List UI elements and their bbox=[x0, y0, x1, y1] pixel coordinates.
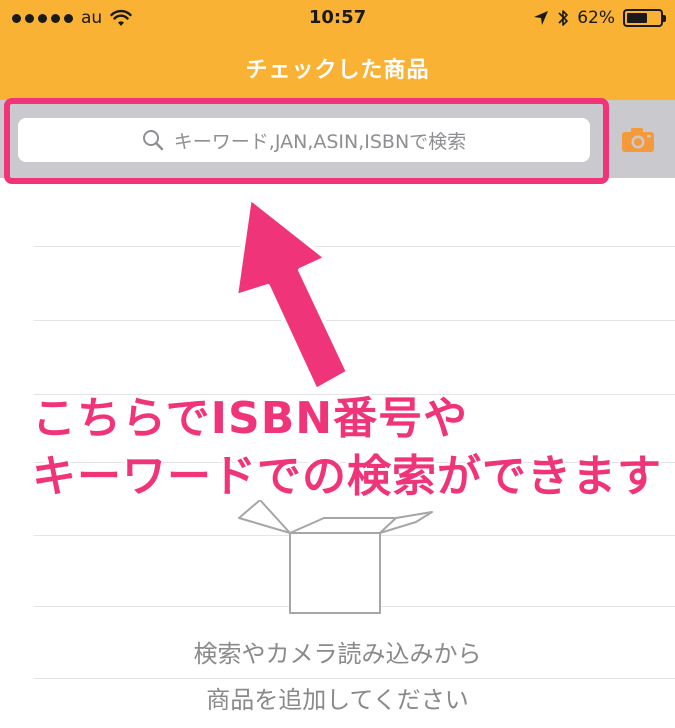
screen: au 10:57 62% チェックした商品 キーワード,JAN,ASIN,ISB… bbox=[0, 0, 675, 728]
empty-state-line-2: 商品を追加してください bbox=[206, 686, 469, 714]
annotation-line-1: こちらでISBN番号や bbox=[32, 393, 469, 444]
annotation-arrow-icon bbox=[234, 196, 350, 392]
empty-box-icon bbox=[238, 500, 433, 614]
empty-state-line-1: 検索やカメラ読み込みから bbox=[193, 640, 482, 668]
annotation-line-2: キーワードでの検索ができます bbox=[32, 451, 662, 502]
